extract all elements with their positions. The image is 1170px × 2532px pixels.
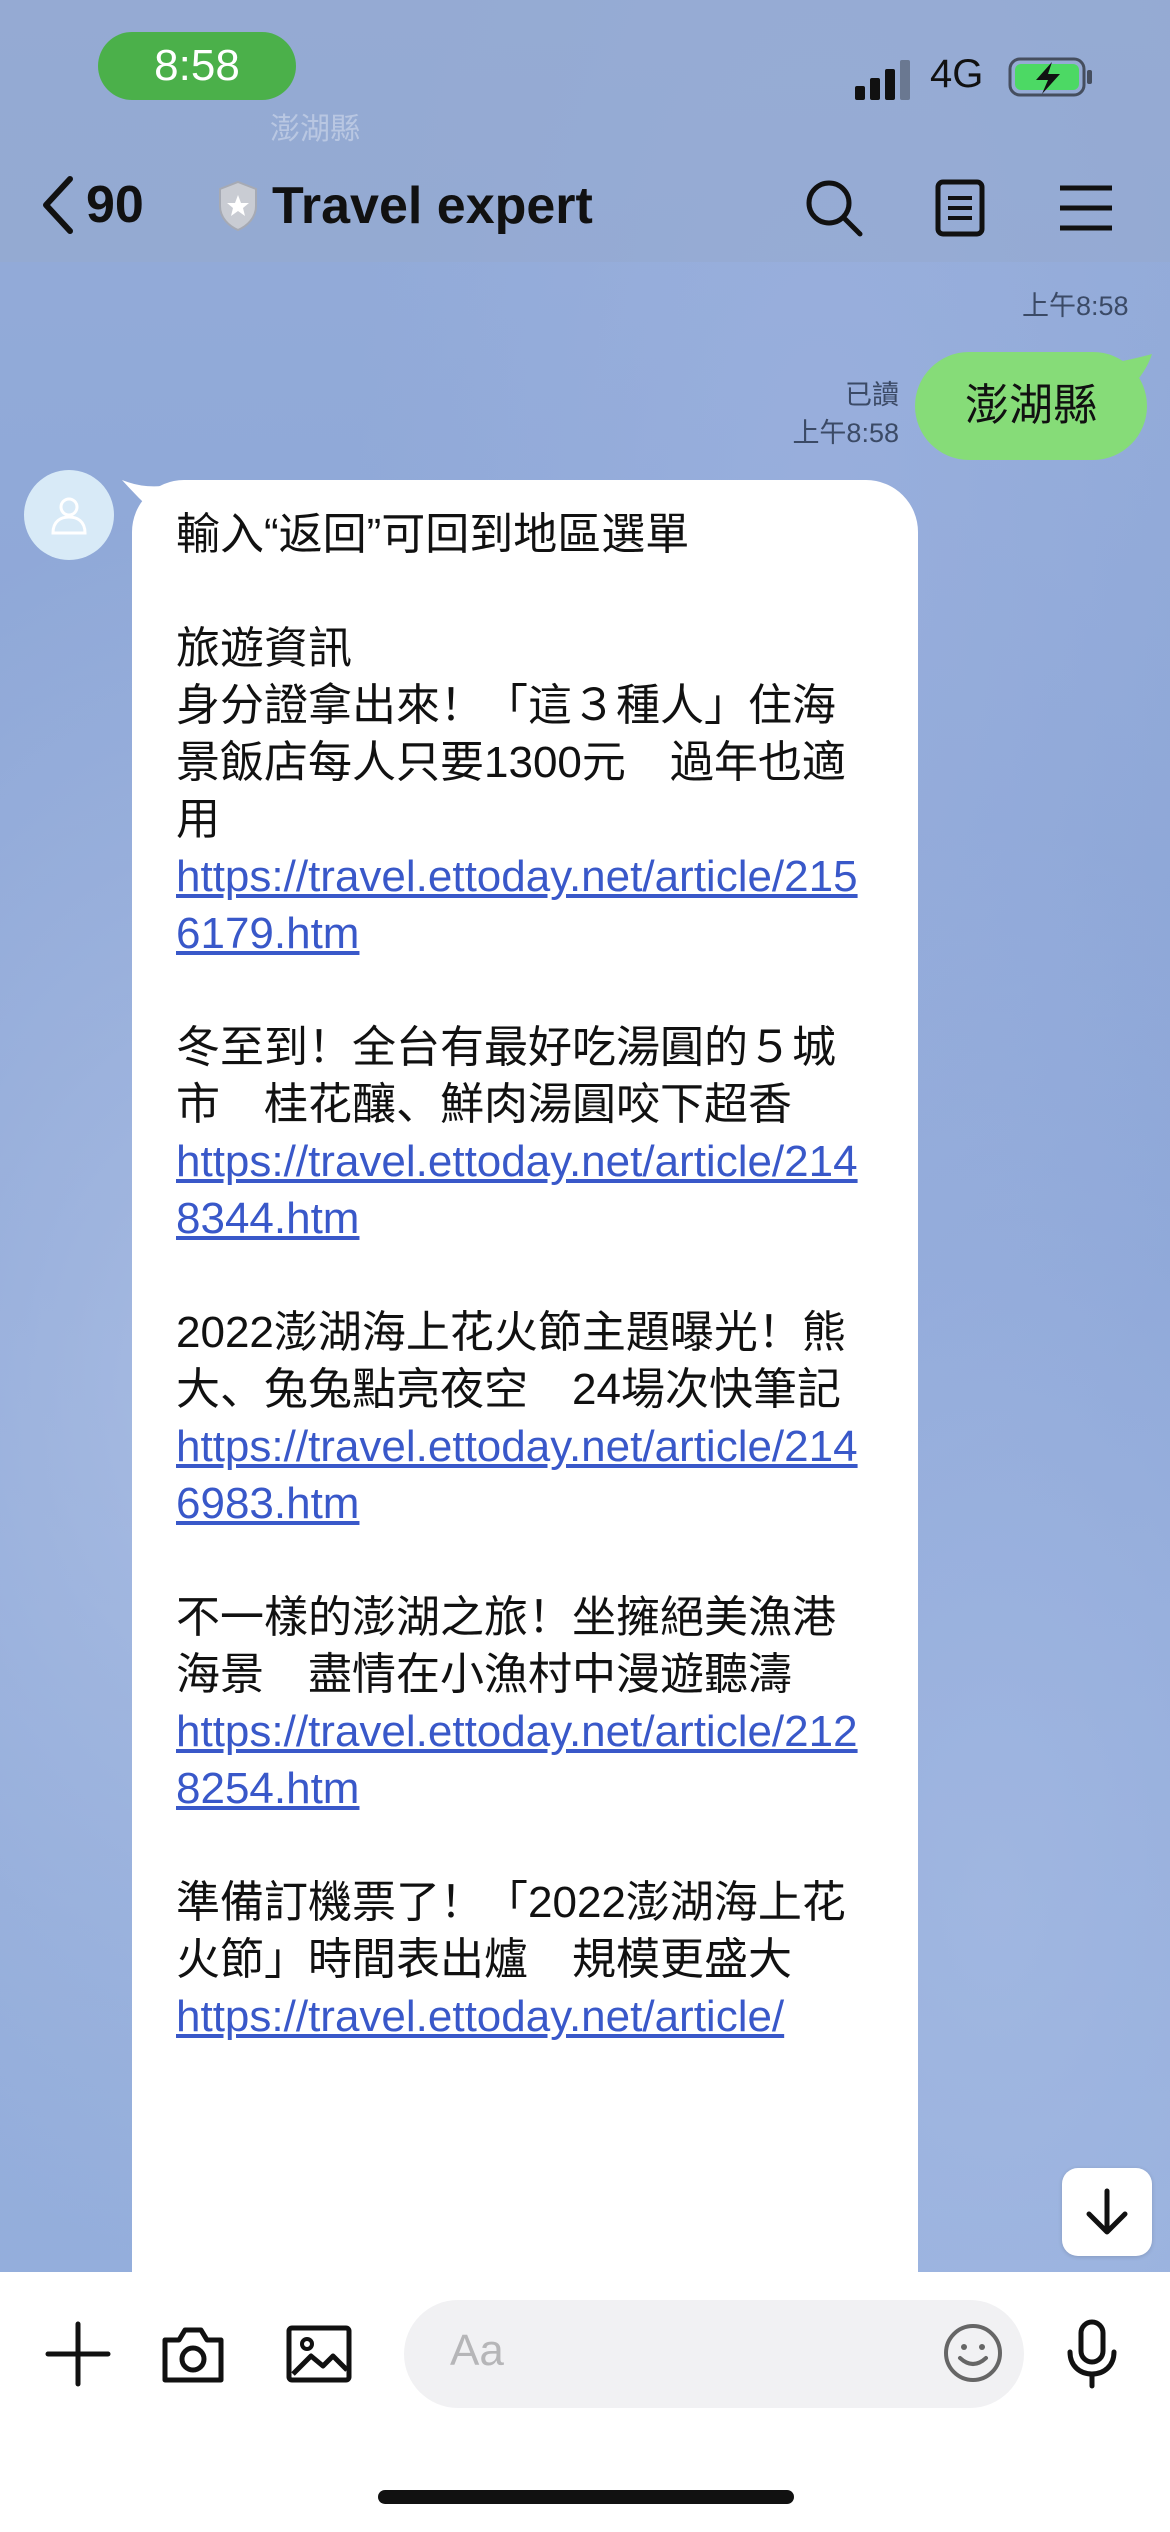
message-input-placeholder: Aa: [450, 2326, 504, 2375]
article-link[interactable]: https://travel.ettoday.net/article/: [176, 1988, 874, 2045]
notes-icon[interactable]: [928, 176, 992, 240]
menu-icon[interactable]: [1054, 176, 1118, 240]
article-link[interactable]: https://travel.ettoday.net/article/21282…: [176, 1703, 874, 1817]
person-icon: [51, 497, 87, 535]
article-link[interactable]: https://travel.ettoday.net/article/21469…: [176, 1418, 874, 1532]
article-title: 2022澎湖海上花火節主題曝光！熊大、兔兔點亮夜空 24場次快筆記: [176, 1308, 846, 1414]
scroll-to-bottom-button[interactable]: [1062, 2168, 1152, 2256]
outgoing-time: 上午8:58: [792, 418, 899, 448]
article-title: 準備訂機票了！「2022澎湖海上花火節」時間表出爐 規模更盛大: [176, 1878, 846, 1984]
article-link[interactable]: https://travel.ettoday.net/article/21483…: [176, 1133, 874, 1247]
incoming-message[interactable]: 輸入“返回”可回到地區選單 旅遊資訊 身分證拿出來！「這３種人」住海景飯店每人只…: [132, 480, 918, 2360]
camera-icon[interactable]: [157, 2318, 229, 2390]
back-chevron-icon: [43, 176, 73, 234]
intro-text: 輸入“返回”可回到地區選單: [176, 510, 690, 559]
article-title: 冬至到！全台有最好吃湯圓的５城市 桂花釀、鮮肉湯圓咬下超香: [176, 1023, 836, 1129]
outgoing-message[interactable]: 澎湖縣: [915, 352, 1147, 460]
read-receipt: 已讀 上午8:58: [792, 376, 899, 452]
image-icon[interactable]: [283, 2318, 355, 2390]
arrow-down-icon: [1086, 2188, 1128, 2235]
article-title: 身分證拿出來！「這３種人」住海景飯店每人只要1300元 過年也適用: [176, 681, 846, 844]
room-title-text: Travel expert: [272, 177, 593, 235]
search-icon[interactable]: [802, 176, 866, 240]
avatar[interactable]: [24, 470, 114, 560]
section-title: 旅遊資訊: [176, 624, 352, 673]
header-watermark: 澎湖縣: [270, 113, 360, 146]
plus-icon[interactable]: [42, 2318, 114, 2390]
status-time: 8:58: [98, 32, 296, 100]
article-link[interactable]: https://travel.ettoday.net/article/21561…: [176, 848, 874, 962]
emoji-icon[interactable]: [942, 2322, 1004, 2384]
read-label: 已讀: [845, 380, 899, 410]
shield-badge-icon: [219, 180, 257, 232]
home-indicator[interactable]: [378, 2490, 794, 2504]
chat-room-title[interactable]: Travel expert: [216, 176, 593, 236]
unread-count: 90: [86, 176, 144, 234]
back-button[interactable]: 90: [40, 170, 170, 240]
signal-icon: [855, 60, 910, 100]
article-title: 不一樣的澎湖之旅！坐擁絕美漁港海景 盡情在小漁村中漫遊聽濤: [176, 1593, 836, 1699]
battery-charging-icon: [1008, 57, 1092, 97]
microphone-icon[interactable]: [1056, 2318, 1128, 2390]
network-label: 4G: [930, 52, 984, 96]
message-timestamp: 上午8:58: [1022, 291, 1129, 321]
